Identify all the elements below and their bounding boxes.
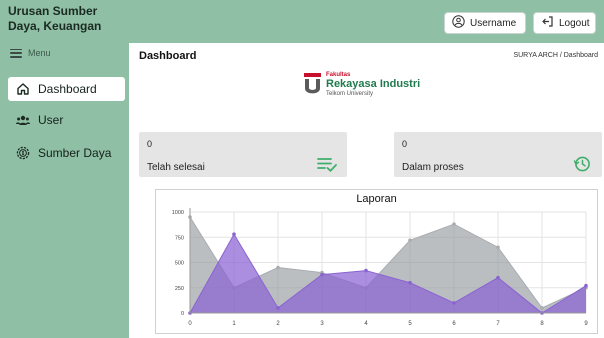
clock-history-icon: [573, 156, 590, 172]
report-chart: Laporan 0 250 500 750 1000 0 1 2 3 4 5 6 7 8 9: [155, 189, 598, 334]
logout-icon: [541, 15, 554, 31]
x-tick-label: 5: [408, 321, 412, 327]
x-tick-label: 1: [232, 321, 236, 327]
x-tick-label: 8: [540, 321, 544, 327]
sidebar-item-label: Dashboard: [38, 82, 97, 96]
series-point-2: [496, 275, 500, 280]
home-icon: [16, 82, 30, 96]
series-point-1: [496, 245, 500, 250]
series-point-1: [540, 306, 544, 310]
x-tick-label: 3: [320, 321, 324, 327]
users-icon: [16, 113, 30, 127]
top-header: Username Logout: [129, 0, 604, 43]
sidebar-item-label: User: [38, 113, 64, 127]
user-menu-button[interactable]: Username: [444, 12, 526, 34]
app-brand: Urusan Sumber Daya, Keuangan: [8, 4, 102, 33]
main-content: Dashboard SURYA ARCH / Dashboard Fakulta…: [129, 43, 604, 338]
username-label: Username: [470, 17, 517, 29]
x-tick-label: 2: [276, 321, 280, 327]
y-tick-label: 250: [175, 286, 184, 292]
logout-button[interactable]: Logout: [533, 12, 596, 34]
logout-label: Logout: [559, 17, 590, 29]
series-point-2: [584, 283, 588, 288]
series-point-1: [408, 238, 412, 243]
sidebar-item-label: Sumber Daya: [38, 146, 112, 160]
y-tick-label: 750: [175, 235, 184, 241]
sidebar-item-user[interactable]: User: [8, 108, 125, 132]
status-card-in-progress: 0 Dalam proses: [394, 132, 602, 177]
series-point-2: [364, 268, 368, 273]
page-title: Dashboard: [139, 50, 197, 62]
y-tick-label: 500: [175, 261, 184, 267]
checklist-icon: [317, 158, 337, 172]
y-tick-label: 0: [181, 311, 184, 317]
status-card-completed: 0 Telah selesai: [139, 132, 347, 177]
sidebar-item-dashboard[interactable]: Dashboard: [8, 77, 125, 101]
menu-label: Menu: [28, 48, 51, 58]
card-count: 0: [147, 139, 153, 149]
series-point-2: [320, 272, 324, 277]
logo-university-text: Telkom University: [326, 91, 374, 97]
series-point-2: [232, 232, 236, 237]
x-tick-label: 6: [452, 321, 456, 327]
series-point-2: [276, 306, 280, 310]
card-count: 0: [402, 139, 408, 149]
logo-name-text: Rekayasa Industri: [326, 78, 421, 90]
card-label: Telah selesai: [147, 162, 205, 173]
series-point-1: [276, 265, 280, 270]
faculty-logo: Fakultas Rekayasa Industri Telkom Univer…: [304, 69, 444, 105]
money-icon: [16, 146, 30, 160]
telkom-logo-icon: [304, 73, 321, 94]
sidebar: Urusan Sumber Daya, Keuangan Menu Dashbo…: [0, 0, 129, 338]
x-tick-label: 7: [496, 321, 500, 327]
x-tick-label: 4: [364, 321, 368, 327]
x-tick-label: 0: [188, 321, 192, 327]
y-tick-label: 1000: [172, 210, 184, 216]
hamburger-icon[interactable]: [10, 48, 22, 58]
menu-toggle[interactable]: Menu: [10, 48, 51, 58]
sidebar-item-sumber-daya[interactable]: Sumber Daya: [8, 141, 125, 165]
x-tick-label: 9: [584, 321, 588, 327]
breadcrumb[interactable]: SURYA ARCH / Dashboard: [513, 52, 598, 59]
user-circle-icon: [452, 15, 465, 31]
card-label: Dalam proses: [402, 162, 464, 173]
series-point-1: [452, 222, 456, 226]
series-point-2: [452, 301, 456, 305]
series-point-2: [408, 280, 412, 285]
area-chart: 0 250 500 750 1000 0 1 2 3 4 5 6 7 8 9: [172, 208, 588, 327]
